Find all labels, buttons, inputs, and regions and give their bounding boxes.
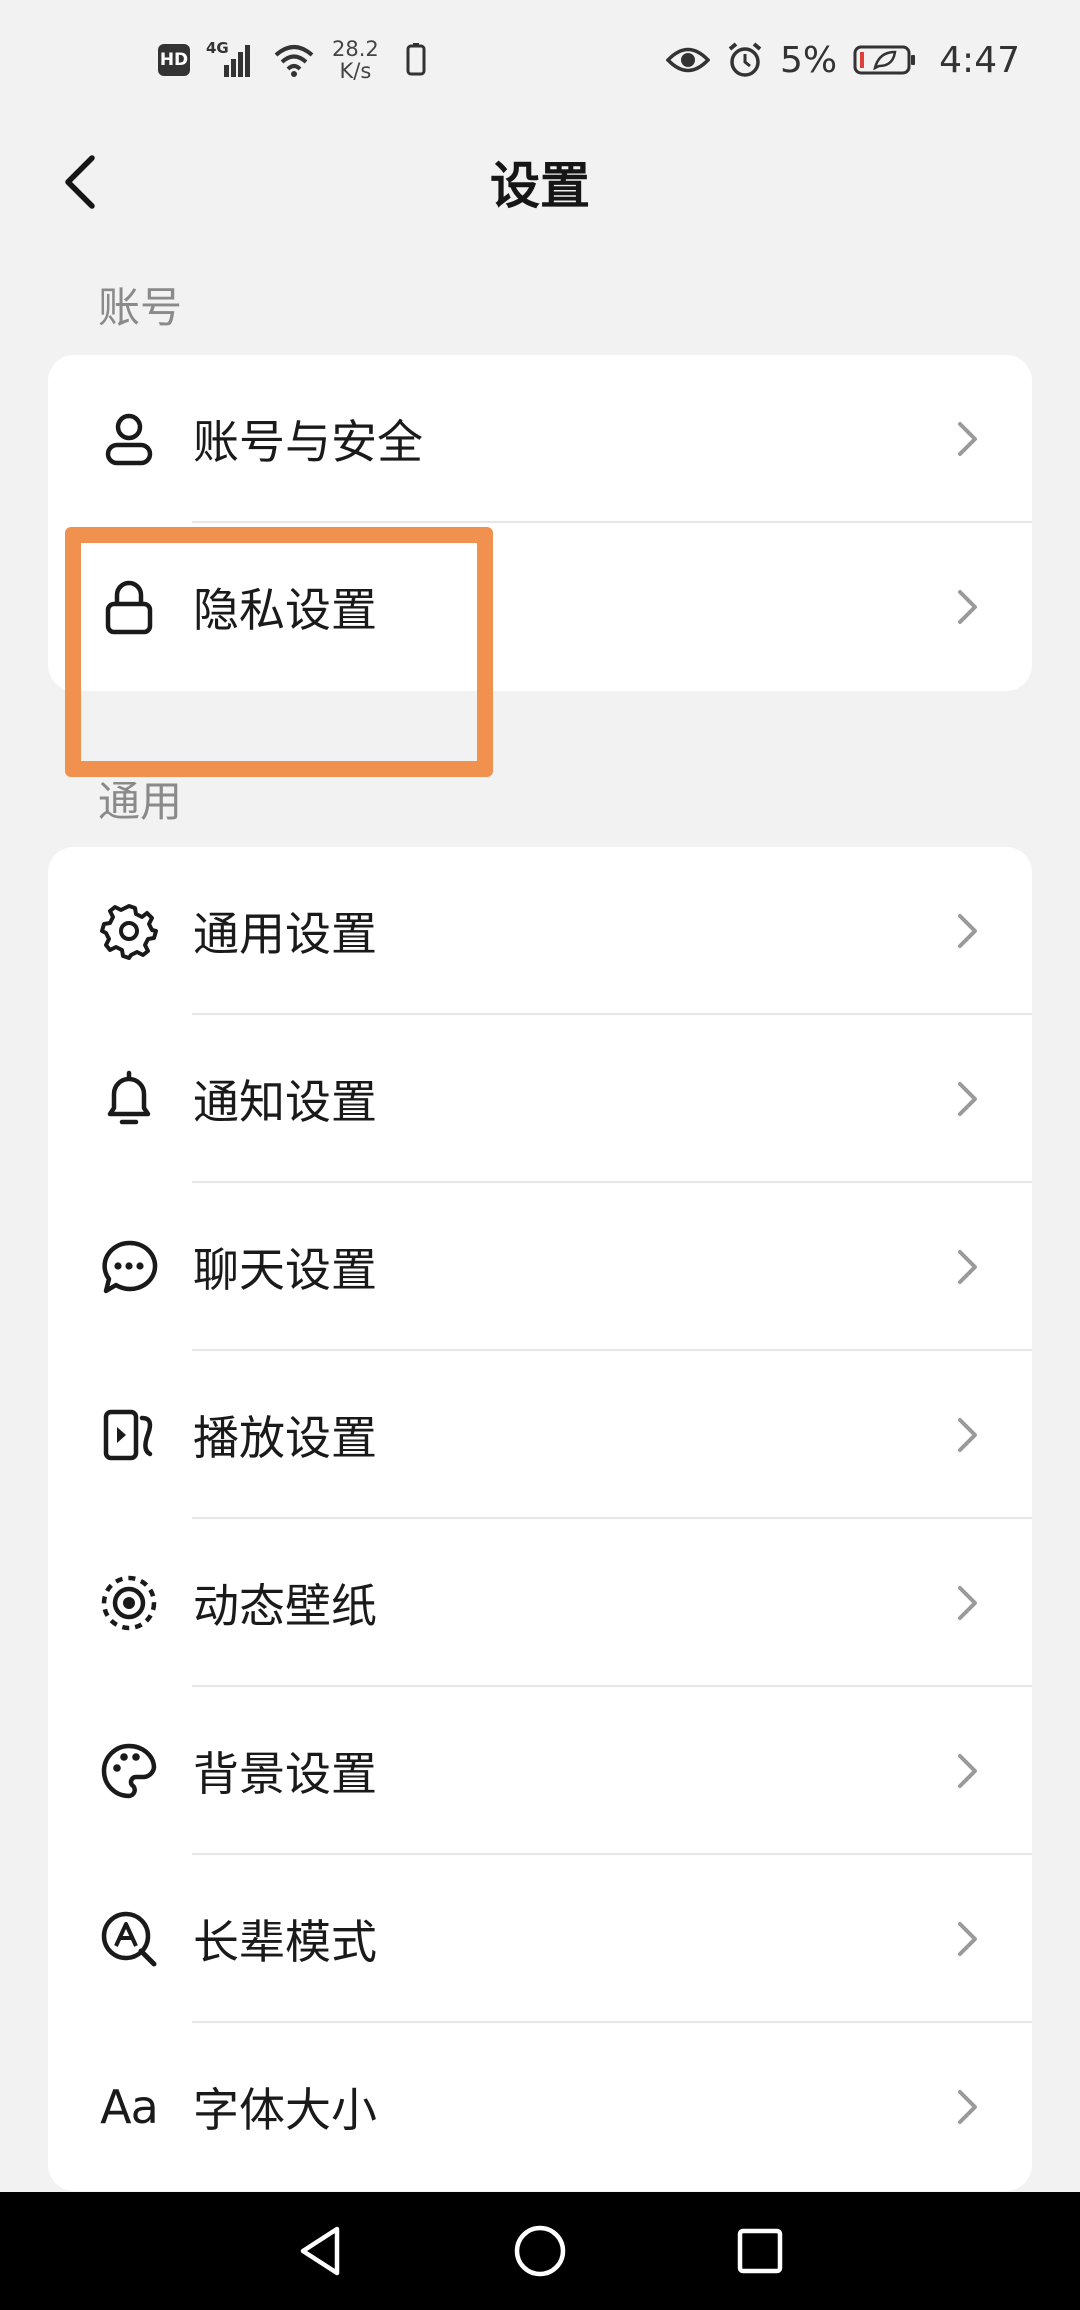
- nav-recents-button[interactable]: [725, 2216, 795, 2286]
- settings-row-label: 背景设置: [193, 1747, 377, 1801]
- settings-row-label: 账号与安全: [193, 415, 423, 469]
- page-title: 设置: [490, 157, 590, 215]
- triangle-back-icon: [300, 2226, 340, 2276]
- navigation-bar: [0, 2192, 1080, 2310]
- settings-row-elder-mode[interactable]: 长辈模式: [48, 1855, 1032, 2023]
- settings-row-label: 长辈模式: [193, 1915, 377, 1969]
- settings-row-notification[interactable]: 通知设置: [48, 1015, 1032, 1183]
- settings-row-general[interactable]: 通用设置: [48, 847, 1032, 1015]
- chat-bubble-icon: [98, 1236, 160, 1298]
- gear-icon: [98, 900, 160, 962]
- palette-icon: [98, 1740, 160, 1802]
- alarm-icon: [728, 42, 762, 77]
- settings-row-label: 通知设置: [193, 1075, 377, 1129]
- settings-row-label: 通用设置: [193, 907, 377, 961]
- chevron-left-icon: [65, 155, 95, 209]
- settings-row-label: 字体大小: [193, 2083, 377, 2137]
- section-label-account: 账号: [98, 283, 183, 332]
- user-icon: [98, 408, 160, 470]
- battery-saver-icon: [853, 45, 916, 75]
- wifi-icon: [274, 45, 314, 77]
- hd-badge: HD: [158, 44, 190, 76]
- cellular-signal-icon: 4G: [206, 39, 256, 77]
- chevron-right-icon: [958, 1418, 977, 1452]
- play-screen-icon: [98, 1404, 160, 1466]
- status-left: HD 4G 28.2 K/s: [158, 38, 427, 82]
- chevron-right-icon: [958, 590, 977, 624]
- back-button[interactable]: [40, 142, 120, 222]
- chevron-right-icon: [958, 1754, 977, 1788]
- nav-back-button[interactable]: [285, 2216, 355, 2286]
- settings-row-background[interactable]: 背景设置: [48, 1687, 1032, 1855]
- chevron-right-icon: [958, 1250, 977, 1284]
- bell-icon: [98, 1068, 160, 1130]
- settings-row-label: 播放设置: [193, 1411, 377, 1465]
- chevron-right-icon: [958, 1586, 977, 1620]
- highlight-box: [65, 527, 493, 777]
- speed-value: 28.2: [332, 37, 379, 61]
- settings-row-label: 聊天设置: [193, 1243, 377, 1297]
- nav-home-button[interactable]: [505, 2216, 575, 2286]
- live-wallpaper-icon: [98, 1572, 160, 1634]
- settings-row-account-security[interactable]: 账号与安全: [48, 355, 1032, 523]
- section-label-general: 通用: [98, 777, 183, 826]
- network-speed: 28.2 K/s: [332, 38, 379, 82]
- eye-comfort-icon: [666, 47, 711, 73]
- chevron-right-icon: [958, 2090, 977, 2124]
- chevron-right-icon: [958, 1922, 977, 1956]
- chevron-right-icon: [958, 422, 977, 456]
- clock: 4:47: [939, 39, 1020, 81]
- phone-battery-icon: [406, 43, 426, 76]
- elder-mode-icon: [98, 1908, 160, 1970]
- header: 设置: [0, 120, 1080, 244]
- font-size-icon: Aa: [100, 2080, 159, 2134]
- settings-screen: HD 4G 28.2 K/s 5% 4:47 设置 账号 账号与安全 隐私设置 …: [0, 0, 1080, 2310]
- circle-home-icon: [514, 2225, 566, 2277]
- network-type: 4G: [206, 39, 229, 57]
- chevron-right-icon: [958, 914, 977, 948]
- settings-row-playback[interactable]: 播放设置: [48, 1351, 1032, 1519]
- battery-percent: 5%: [780, 39, 838, 81]
- settings-row-font-size[interactable]: Aa 字体大小: [48, 2023, 1032, 2191]
- chevron-right-icon: [958, 1082, 977, 1116]
- status-bar: HD 4G 28.2 K/s 5% 4:47: [0, 0, 1080, 120]
- speed-unit: K/s: [339, 59, 372, 83]
- settings-row-live-wallpaper[interactable]: 动态壁纸: [48, 1519, 1032, 1687]
- general-card: 通用设置 通知设置 聊天设置 播放设置 动态壁纸 背景设置 长辈模式 Aa 字体…: [48, 847, 1032, 2191]
- settings-row-chat[interactable]: 聊天设置: [48, 1183, 1032, 1351]
- status-right: 5% 4:47: [666, 40, 1020, 81]
- settings-row-label: 动态壁纸: [193, 1579, 377, 1633]
- square-recents-icon: [737, 2228, 783, 2274]
